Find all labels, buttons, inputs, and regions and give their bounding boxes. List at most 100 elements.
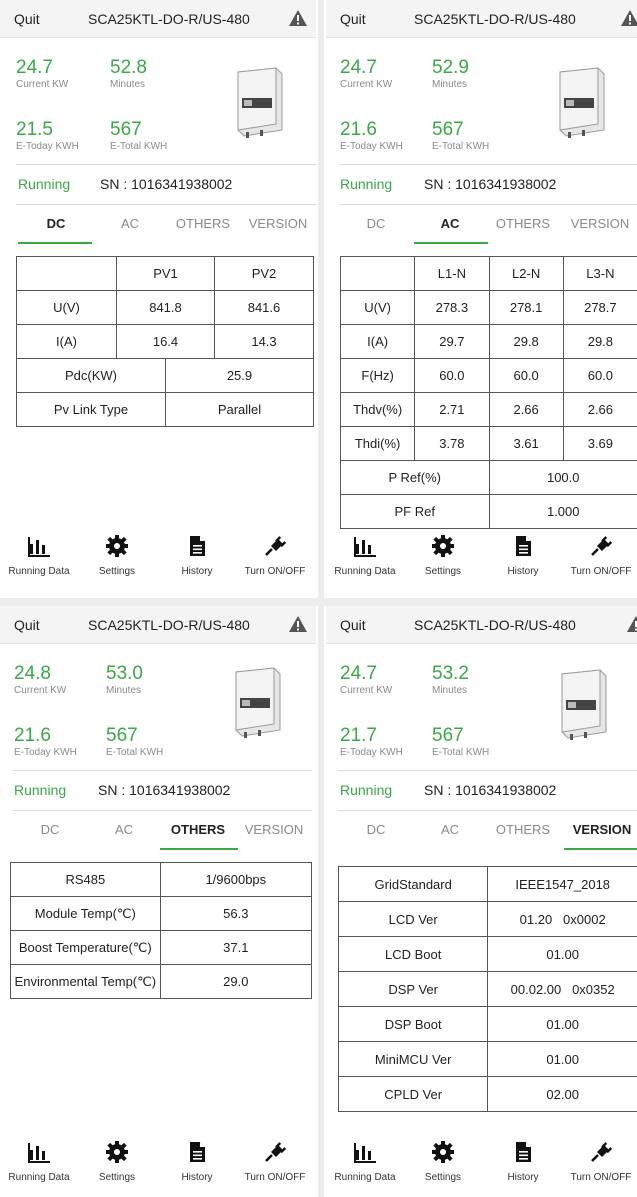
tab-ac[interactable]: AC xyxy=(414,822,486,837)
screen-others: Quit SCA25KTL-DO-R/US-480 24.8 Current K… xyxy=(0,606,316,1197)
running-data-button[interactable]: Running Data xyxy=(0,1132,78,1192)
quit-button[interactable]: Quit xyxy=(340,617,366,633)
settings-button[interactable]: Settings xyxy=(78,526,156,586)
quit-button[interactable]: Quit xyxy=(340,11,366,27)
warning-icon[interactable] xyxy=(626,615,637,633)
screen-ac: Quit SCA25KTL-DO-R/US-480 24.7 Current K… xyxy=(326,0,637,598)
table-row: Module Temp(℃) 56.3 xyxy=(10,896,313,931)
gear-icon xyxy=(432,535,454,557)
bar-chart-icon xyxy=(354,537,376,557)
tab-others[interactable]: OTHERS xyxy=(486,216,560,231)
table-cell: RS485 xyxy=(10,862,161,897)
turn-on-off-button[interactable]: Turn ON/OFF xyxy=(562,526,637,586)
table-row: MiniMCU Ver 01.00 xyxy=(337,1041,637,1077)
settings-button[interactable]: Settings xyxy=(404,526,482,586)
serial-number: SN : 1016341938002 xyxy=(424,176,557,192)
plug-icon xyxy=(265,536,287,556)
running-data-button[interactable]: Running Data xyxy=(326,1132,404,1192)
table-cell: F(Hz) xyxy=(339,358,416,393)
e-today-label: E-Today KWH xyxy=(16,141,79,152)
status-divider xyxy=(16,204,316,205)
status-text: Running xyxy=(14,782,67,798)
ac-table: L1-N L2-N L3-N U(V) 278.3 278.1 278.7 I(… xyxy=(339,256,637,529)
plug-icon xyxy=(591,1142,613,1162)
turn-on-off-button[interactable]: Turn ON/OFF xyxy=(236,1132,314,1192)
running-data-button[interactable]: Running Data xyxy=(326,526,404,586)
history-button[interactable]: History xyxy=(484,1132,562,1192)
tab-ac[interactable]: AC xyxy=(414,216,486,231)
e-total-stat: 567 E-Total KWH xyxy=(106,726,163,759)
table-cell: 60.0 xyxy=(562,358,637,393)
tab-dc[interactable]: DC xyxy=(20,216,92,231)
table-header: L2-N xyxy=(488,256,564,291)
tab-dc[interactable]: DC xyxy=(14,822,86,837)
tab-others[interactable]: OTHERS xyxy=(166,216,240,231)
e-total-value: 567 xyxy=(432,725,464,746)
tab-version[interactable]: VERSION xyxy=(562,216,637,231)
table-cell: Boost Temperature(℃) xyxy=(10,930,161,965)
table-cell: 60.0 xyxy=(414,358,490,393)
screen-version: Quit SCA25KTL-DO-R/US-480 24.7 Current K… xyxy=(326,606,637,1197)
active-tab-indicator xyxy=(414,242,488,244)
table-cell: 100.0 xyxy=(488,460,637,495)
minutes-label: Minutes xyxy=(110,79,146,90)
table-header: PV1 xyxy=(116,256,215,291)
stats-divider xyxy=(338,770,637,771)
status-divider xyxy=(12,810,312,811)
settings-button[interactable]: Settings xyxy=(404,1132,482,1192)
tab-ac[interactable]: AC xyxy=(94,216,166,231)
history-button[interactable]: History xyxy=(484,526,562,586)
warning-icon[interactable] xyxy=(288,9,308,27)
history-label: History xyxy=(181,1172,213,1183)
table-row: Pdc(KW) 25.9 xyxy=(16,358,315,393)
table-row: Thdi(%) 3.78 3.61 3.69 xyxy=(339,426,637,461)
warning-icon[interactable] xyxy=(288,615,308,633)
tab-dc[interactable]: DC xyxy=(340,216,412,231)
table-cell: Thdi(%) xyxy=(339,426,416,461)
tab-version[interactable]: VERSION xyxy=(236,822,312,837)
history-button[interactable]: History xyxy=(158,1132,236,1192)
tab-others[interactable]: OTHERS xyxy=(486,822,560,837)
active-tab-indicator xyxy=(564,848,637,850)
tab-version[interactable]: VERSION xyxy=(240,216,316,231)
table-header: L1-N xyxy=(414,256,490,291)
tab-others[interactable]: OTHERS xyxy=(160,822,236,837)
warning-icon[interactable] xyxy=(620,9,637,27)
table-cell: I(A) xyxy=(339,324,416,359)
status-divider xyxy=(338,204,637,205)
turn-on-off-button[interactable]: Turn ON/OFF xyxy=(562,1132,637,1192)
tab-bar: DC AC OTHERS VERSION xyxy=(0,210,316,244)
inverter-image xyxy=(559,67,605,138)
minutes-value: 53.0 xyxy=(106,663,143,684)
quit-button[interactable]: Quit xyxy=(14,617,40,633)
bottom-nav: Running Data Settings History Turn ON/OF… xyxy=(0,1132,316,1194)
dc-table: PV1 PV2 U(V) 841.8 841.6 I(A) 16.4 14.3 … xyxy=(16,256,315,427)
tab-version[interactable]: VERSION xyxy=(562,822,637,837)
turn-on-off-button[interactable]: Turn ON/OFF xyxy=(236,526,314,586)
minutes-label: Minutes xyxy=(432,79,468,90)
minutes-stat: 53.2 Minutes xyxy=(432,664,469,697)
table-cell: 01.00 xyxy=(487,1041,637,1077)
table-cell: 60.0 xyxy=(488,358,564,393)
table-cell: Module Temp(℃) xyxy=(10,896,161,931)
tab-bar: DC AC OTHERS VERSION xyxy=(0,816,316,850)
table-cell: 29.8 xyxy=(488,324,564,359)
e-total-stat: 567 E-Total KWH xyxy=(432,725,489,759)
tab-dc[interactable]: DC xyxy=(340,822,412,837)
inverter-image xyxy=(561,669,607,740)
table-cell: 2.71 xyxy=(414,392,490,427)
table-cell: LCD Boot xyxy=(337,936,489,972)
running-data-button[interactable]: Running Data xyxy=(0,526,78,586)
stats-divider xyxy=(12,770,312,771)
active-tab-indicator xyxy=(18,242,92,244)
quit-button[interactable]: Quit xyxy=(14,11,40,27)
active-tab-indicator xyxy=(160,848,238,850)
turn-on-off-label: Turn ON/OFF xyxy=(244,566,306,577)
settings-button[interactable]: Settings xyxy=(78,1132,156,1192)
tab-ac[interactable]: AC xyxy=(88,822,160,837)
inverter-image xyxy=(235,667,281,738)
e-total-stat: 567 E-Total KWH xyxy=(432,120,489,153)
plug-icon xyxy=(591,536,613,556)
table-cell: 278.3 xyxy=(414,290,490,325)
history-button[interactable]: History xyxy=(158,526,236,586)
